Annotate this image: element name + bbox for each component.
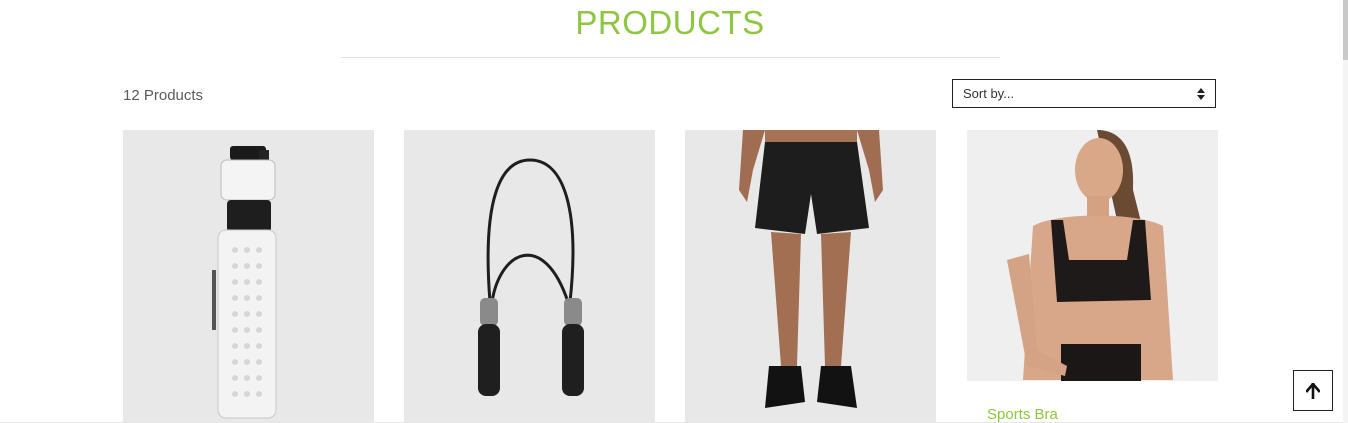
product-image-jump-rope[interactable] <box>404 130 655 423</box>
product-card[interactable] <box>123 130 374 423</box>
page-scrollbar[interactable] <box>1343 0 1348 423</box>
sort-arrows-icon <box>1197 87 1205 100</box>
product-count: 12 Products <box>123 87 204 104</box>
scrollbar-thumb[interactable] <box>1343 0 1348 60</box>
title-divider <box>341 57 1000 58</box>
scroll-to-top-button[interactable] <box>1293 370 1333 411</box>
product-image-water-bottle[interactable] <box>123 130 374 423</box>
product-image-black-shorts[interactable] <box>685 130 936 423</box>
sort-dropdown-value: Sort by... <box>963 86 1015 101</box>
product-card[interactable] <box>685 130 936 423</box>
arrow-up-icon <box>1306 382 1320 399</box>
product-card[interactable]: Sports Bra <box>967 130 1218 423</box>
page-title: PRODUCTS <box>575 4 765 41</box>
sort-dropdown[interactable]: Sort by... <box>952 79 1216 108</box>
product-image-sports-bra[interactable] <box>967 130 1218 381</box>
product-name[interactable]: Sports Bra <box>987 406 1058 423</box>
product-card[interactable] <box>404 130 655 423</box>
